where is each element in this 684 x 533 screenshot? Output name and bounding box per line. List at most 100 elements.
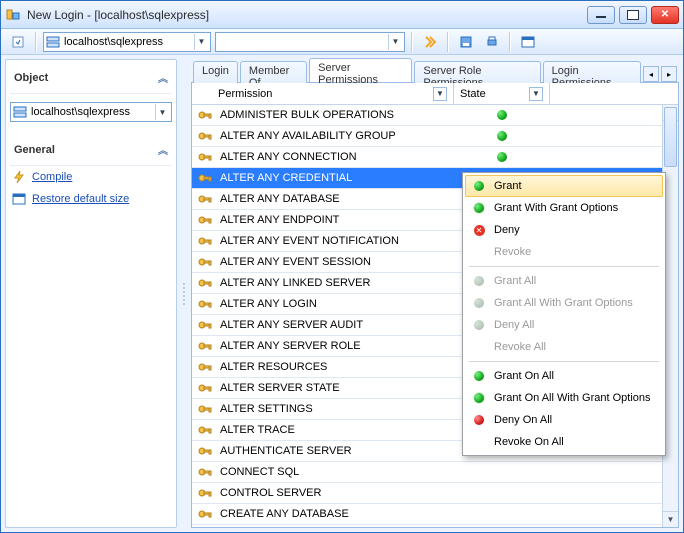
object-section-title: Object	[14, 72, 48, 84]
tab-member-of[interactable]: Member Of	[240, 61, 307, 83]
server-combo[interactable]: localhost\sqlexpress ▼	[43, 32, 211, 52]
chevron-down-icon[interactable]: ▼	[388, 34, 402, 50]
grant-dot-icon	[472, 369, 486, 383]
table-row[interactable]: CONNECT SQL	[192, 462, 678, 483]
blank-icon	[472, 245, 486, 259]
col-permission-label: Permission	[218, 88, 272, 100]
permission-cell: ALTER ANY SERVER AUDIT	[218, 319, 454, 331]
toolbar-menu-icon[interactable]	[7, 31, 29, 53]
permission-cell: CONTROL SERVER	[218, 487, 454, 499]
menu-item-label: Revoke On All	[494, 436, 564, 448]
menu-item[interactable]: Grant With Grant Options	[465, 197, 663, 219]
chevron-down-icon[interactable]: ▼	[155, 104, 169, 120]
permission-cell: CONNECT SQL	[218, 466, 454, 478]
permission-cell: ADMINISTER BULK OPERATIONS	[218, 109, 454, 121]
dot-icon	[472, 274, 486, 288]
grid-header: Permission ▼ State ▼	[192, 83, 678, 105]
toolbar: localhost\sqlexpress ▼ ▼	[1, 29, 683, 55]
execute-icon[interactable]	[419, 31, 441, 53]
permission-cell: ALTER RESOURCES	[218, 361, 454, 373]
menu-item: Grant All With Grant Options	[465, 292, 663, 314]
scroll-thumb[interactable]	[664, 107, 677, 167]
menu-item-label: Deny All	[494, 319, 534, 331]
menu-item[interactable]: Revoke On All	[465, 431, 663, 453]
menu-item-label: Deny On All	[494, 414, 552, 426]
tab-server-role-permissions[interactable]: Server Role Permissions	[414, 61, 540, 83]
general-section-title: General	[14, 144, 55, 156]
general-section-header[interactable]: General ︽	[10, 136, 172, 166]
menu-item[interactable]: Grant	[465, 175, 663, 197]
menu-item-label: Grant On All With Grant Options	[494, 392, 651, 404]
state-context-menu[interactable]: Grant Grant With Grant Options ✕Deny Revoke…	[462, 172, 666, 456]
collapse-icon[interactable]: ︽	[158, 142, 168, 157]
tab-server-permissions[interactable]: Server Permissions	[309, 58, 412, 82]
deny-dot-icon	[472, 413, 486, 427]
key-icon	[192, 149, 218, 165]
maximize-button[interactable]	[619, 6, 647, 24]
menu-item-label: Grant All With Grant Options	[494, 297, 633, 309]
minimize-button[interactable]	[587, 6, 615, 24]
table-row[interactable]: CONTROL SERVER	[192, 483, 678, 504]
menu-item: Grant All	[465, 270, 663, 292]
permission-cell: ALTER ANY LINKED SERVER	[218, 277, 454, 289]
state-cell[interactable]	[454, 131, 550, 141]
restore-layout-icon[interactable]	[517, 31, 539, 53]
filter-dropdown-icon[interactable]: ▼	[433, 87, 447, 101]
menu-item[interactable]: Grant On All	[465, 365, 663, 387]
compile-link[interactable]: Compile	[10, 166, 172, 188]
menu-divider	[469, 266, 659, 267]
tab-scroll-left[interactable]: ◂	[643, 66, 659, 82]
state-cell[interactable]	[454, 152, 550, 162]
col-state[interactable]: State ▼	[454, 83, 550, 104]
key-icon	[192, 401, 218, 417]
permission-cell: ALTER ANY CONNECTION	[218, 151, 454, 163]
key-icon	[192, 296, 218, 312]
menu-item-label: Grant On All	[494, 370, 554, 382]
filter-dropdown-icon[interactable]: ▼	[529, 87, 543, 101]
server-combo-text: localhost\sqlexpress	[64, 36, 163, 48]
key-icon	[192, 464, 218, 480]
table-row[interactable]: ALTER ANY CONNECTION	[192, 147, 678, 168]
object-section-header[interactable]: Object ︽	[10, 64, 172, 94]
key-icon	[192, 170, 218, 186]
restore-icon	[12, 192, 26, 206]
collapse-icon[interactable]: ︽	[158, 70, 168, 85]
menu-item[interactable]: Grant On All With Grant Options	[465, 387, 663, 409]
col-permission[interactable]: Permission ▼	[192, 83, 454, 104]
table-row[interactable]: ADMINISTER BULK OPERATIONS	[192, 105, 678, 126]
menu-item-label: Grant With Grant Options	[494, 202, 618, 214]
print-icon[interactable]	[481, 31, 503, 53]
object-combo[interactable]: localhost\sqlexpress ▼	[10, 102, 172, 122]
tab-login-permissions[interactable]: Login Permissions	[543, 61, 641, 83]
key-icon	[192, 128, 218, 144]
key-icon	[192, 254, 218, 270]
window-title: New Login - [localhost\sqlexpress]	[27, 8, 587, 22]
restore-size-link[interactable]: Restore default size	[10, 188, 172, 210]
secondary-combo[interactable]: ▼	[215, 32, 405, 52]
table-row[interactable]: ALTER ANY AVAILABILITY GROUP	[192, 126, 678, 147]
menu-item[interactable]: ✕Deny	[465, 219, 663, 241]
key-icon	[192, 359, 218, 375]
key-icon	[192, 485, 218, 501]
table-row[interactable]: CREATE ANY DATABASE	[192, 504, 678, 525]
menu-item[interactable]: Deny On All	[465, 409, 663, 431]
close-button[interactable]	[651, 6, 679, 24]
key-icon	[192, 422, 218, 438]
permission-cell: ALTER ANY EVENT SESSION	[218, 256, 454, 268]
tab-login[interactable]: Login	[193, 61, 238, 83]
permission-cell: AUTHENTICATE SERVER	[218, 445, 454, 457]
scroll-down-icon[interactable]: ▼	[663, 511, 678, 527]
grant-dot-icon	[497, 131, 507, 141]
splitter[interactable]	[181, 59, 187, 528]
permission-cell: ALTER TRACE	[218, 424, 454, 436]
key-icon	[192, 107, 218, 123]
save-icon[interactable]	[455, 31, 477, 53]
state-cell[interactable]	[454, 110, 550, 120]
grant-dot-icon	[497, 152, 507, 162]
tab-scroll-right[interactable]: ▸	[661, 66, 677, 82]
titlebar[interactable]: New Login - [localhost\sqlexpress]	[1, 1, 683, 29]
separator	[447, 32, 449, 52]
key-icon	[192, 338, 218, 354]
chevron-down-icon[interactable]: ▼	[194, 34, 208, 50]
key-icon	[192, 506, 218, 522]
